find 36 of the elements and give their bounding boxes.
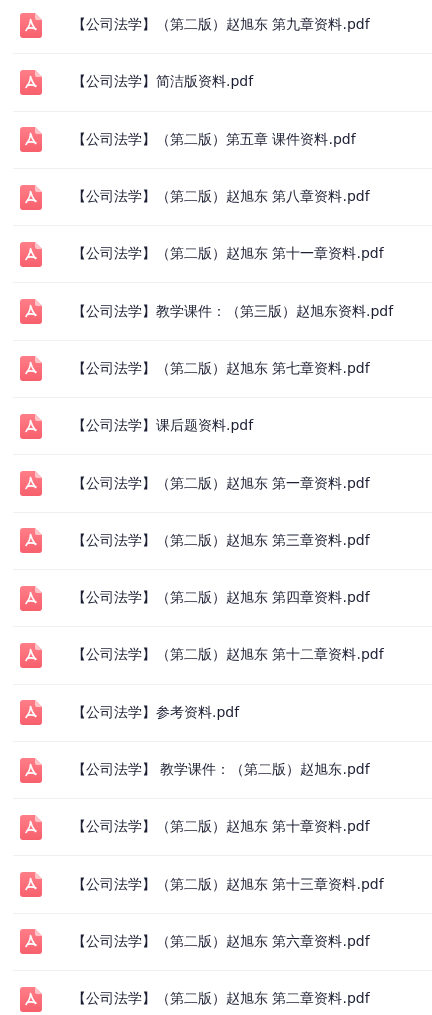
pdf-file-icon [20,471,42,496]
pdf-file-icon [20,757,42,783]
file-name[interactable]: 【公司法学】（第二版）赵旭东 第三章资料.pdf [72,531,370,550]
pdf-file-icon [20,241,42,267]
file-name[interactable]: 【公司法学】（第二版）赵旭东 第十一章资料.pdf [72,245,384,264]
file-name[interactable]: 【公司法学】（第二版）第五章 课件资料.pdf [72,130,356,149]
file-name[interactable]: 【公司法学】（第二版）赵旭东 第六章资料.pdf [72,932,370,951]
pdf-file-icon [20,12,42,38]
pdf-file-icon [20,929,42,955]
pdf-file-icon [20,127,42,153]
file-name[interactable]: 【公司法学】（第二版）赵旭东 第一章资料.pdf [72,474,370,493]
file-name[interactable]: 【公司法学】（第二版）赵旭东 第七章资料.pdf [72,359,370,378]
file-name[interactable]: 【公司法学】参考资料.pdf [72,703,240,722]
file-name[interactable]: 【公司法学】（第二版）赵旭东 第十二章资料.pdf [72,646,384,665]
file-name[interactable]: 【公司法学】 教学课件：（第二版）赵旭东.pdf [72,761,370,779]
pdf-file-icon [20,299,42,325]
file-name[interactable]: 【公司法学】教学课件：（第三版）赵旭东资料.pdf [72,302,394,321]
pdf-file-icon [20,872,42,898]
pdf-file-icon [20,814,42,840]
pdf-file-icon [20,413,42,439]
pdf-file-icon [20,986,42,1012]
pdf-file-icon [20,528,42,554]
file-name[interactable]: 【公司法学】（第二版）赵旭东 第九章资料.pdf [72,16,370,35]
file-name[interactable]: 【公司法学】（第二版）赵旭东 第十章资料.pdf [72,818,370,837]
file-name[interactable]: 【公司法学】课后题资料.pdf [72,417,254,436]
file-name[interactable]: 【公司法学】（第二版）赵旭东 第八章资料.pdf [72,188,370,207]
pdf-file-icon [20,69,42,95]
pdf-file-icon [20,585,42,611]
pdf-file-icon [20,184,42,210]
file-name[interactable]: 【公司法学】（第二版）赵旭东 第四章资料.pdf [72,589,370,608]
pdf-file-icon [20,700,42,726]
file-name[interactable]: 【公司法学】简洁版资料.pdf [72,73,254,92]
pdf-file-icon [20,642,42,668]
file-name[interactable]: 【公司法学】（第二版）赵旭东 第二章资料.pdf [72,990,370,1009]
file-name[interactable]: 【公司法学】（第二版）赵旭东 第十三章资料.pdf [72,875,384,894]
pdf-file-icon [20,356,42,382]
